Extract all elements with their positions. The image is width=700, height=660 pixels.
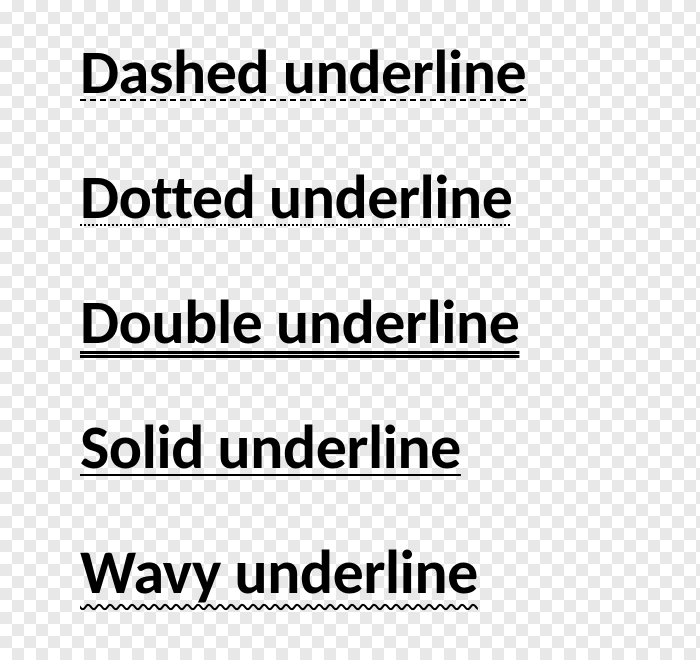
sample-double: Double underline [80,290,620,355]
sample-wavy: Wavy underline [80,540,620,605]
sample-dashed-text: Dashed underline [80,40,526,105]
sample-dotted-text: Dotted underline [80,165,512,230]
sample-dashed: Dashed underline [80,40,620,105]
sample-solid: Solid underline [80,415,620,480]
sample-double-text: Double underline [80,290,519,355]
sample-dotted: Dotted underline [80,165,620,230]
page: Dashed underline Dotted underline Double… [0,0,700,660]
sample-wavy-text: Wavy underline [80,540,478,605]
sample-solid-text: Solid underline [80,415,461,480]
